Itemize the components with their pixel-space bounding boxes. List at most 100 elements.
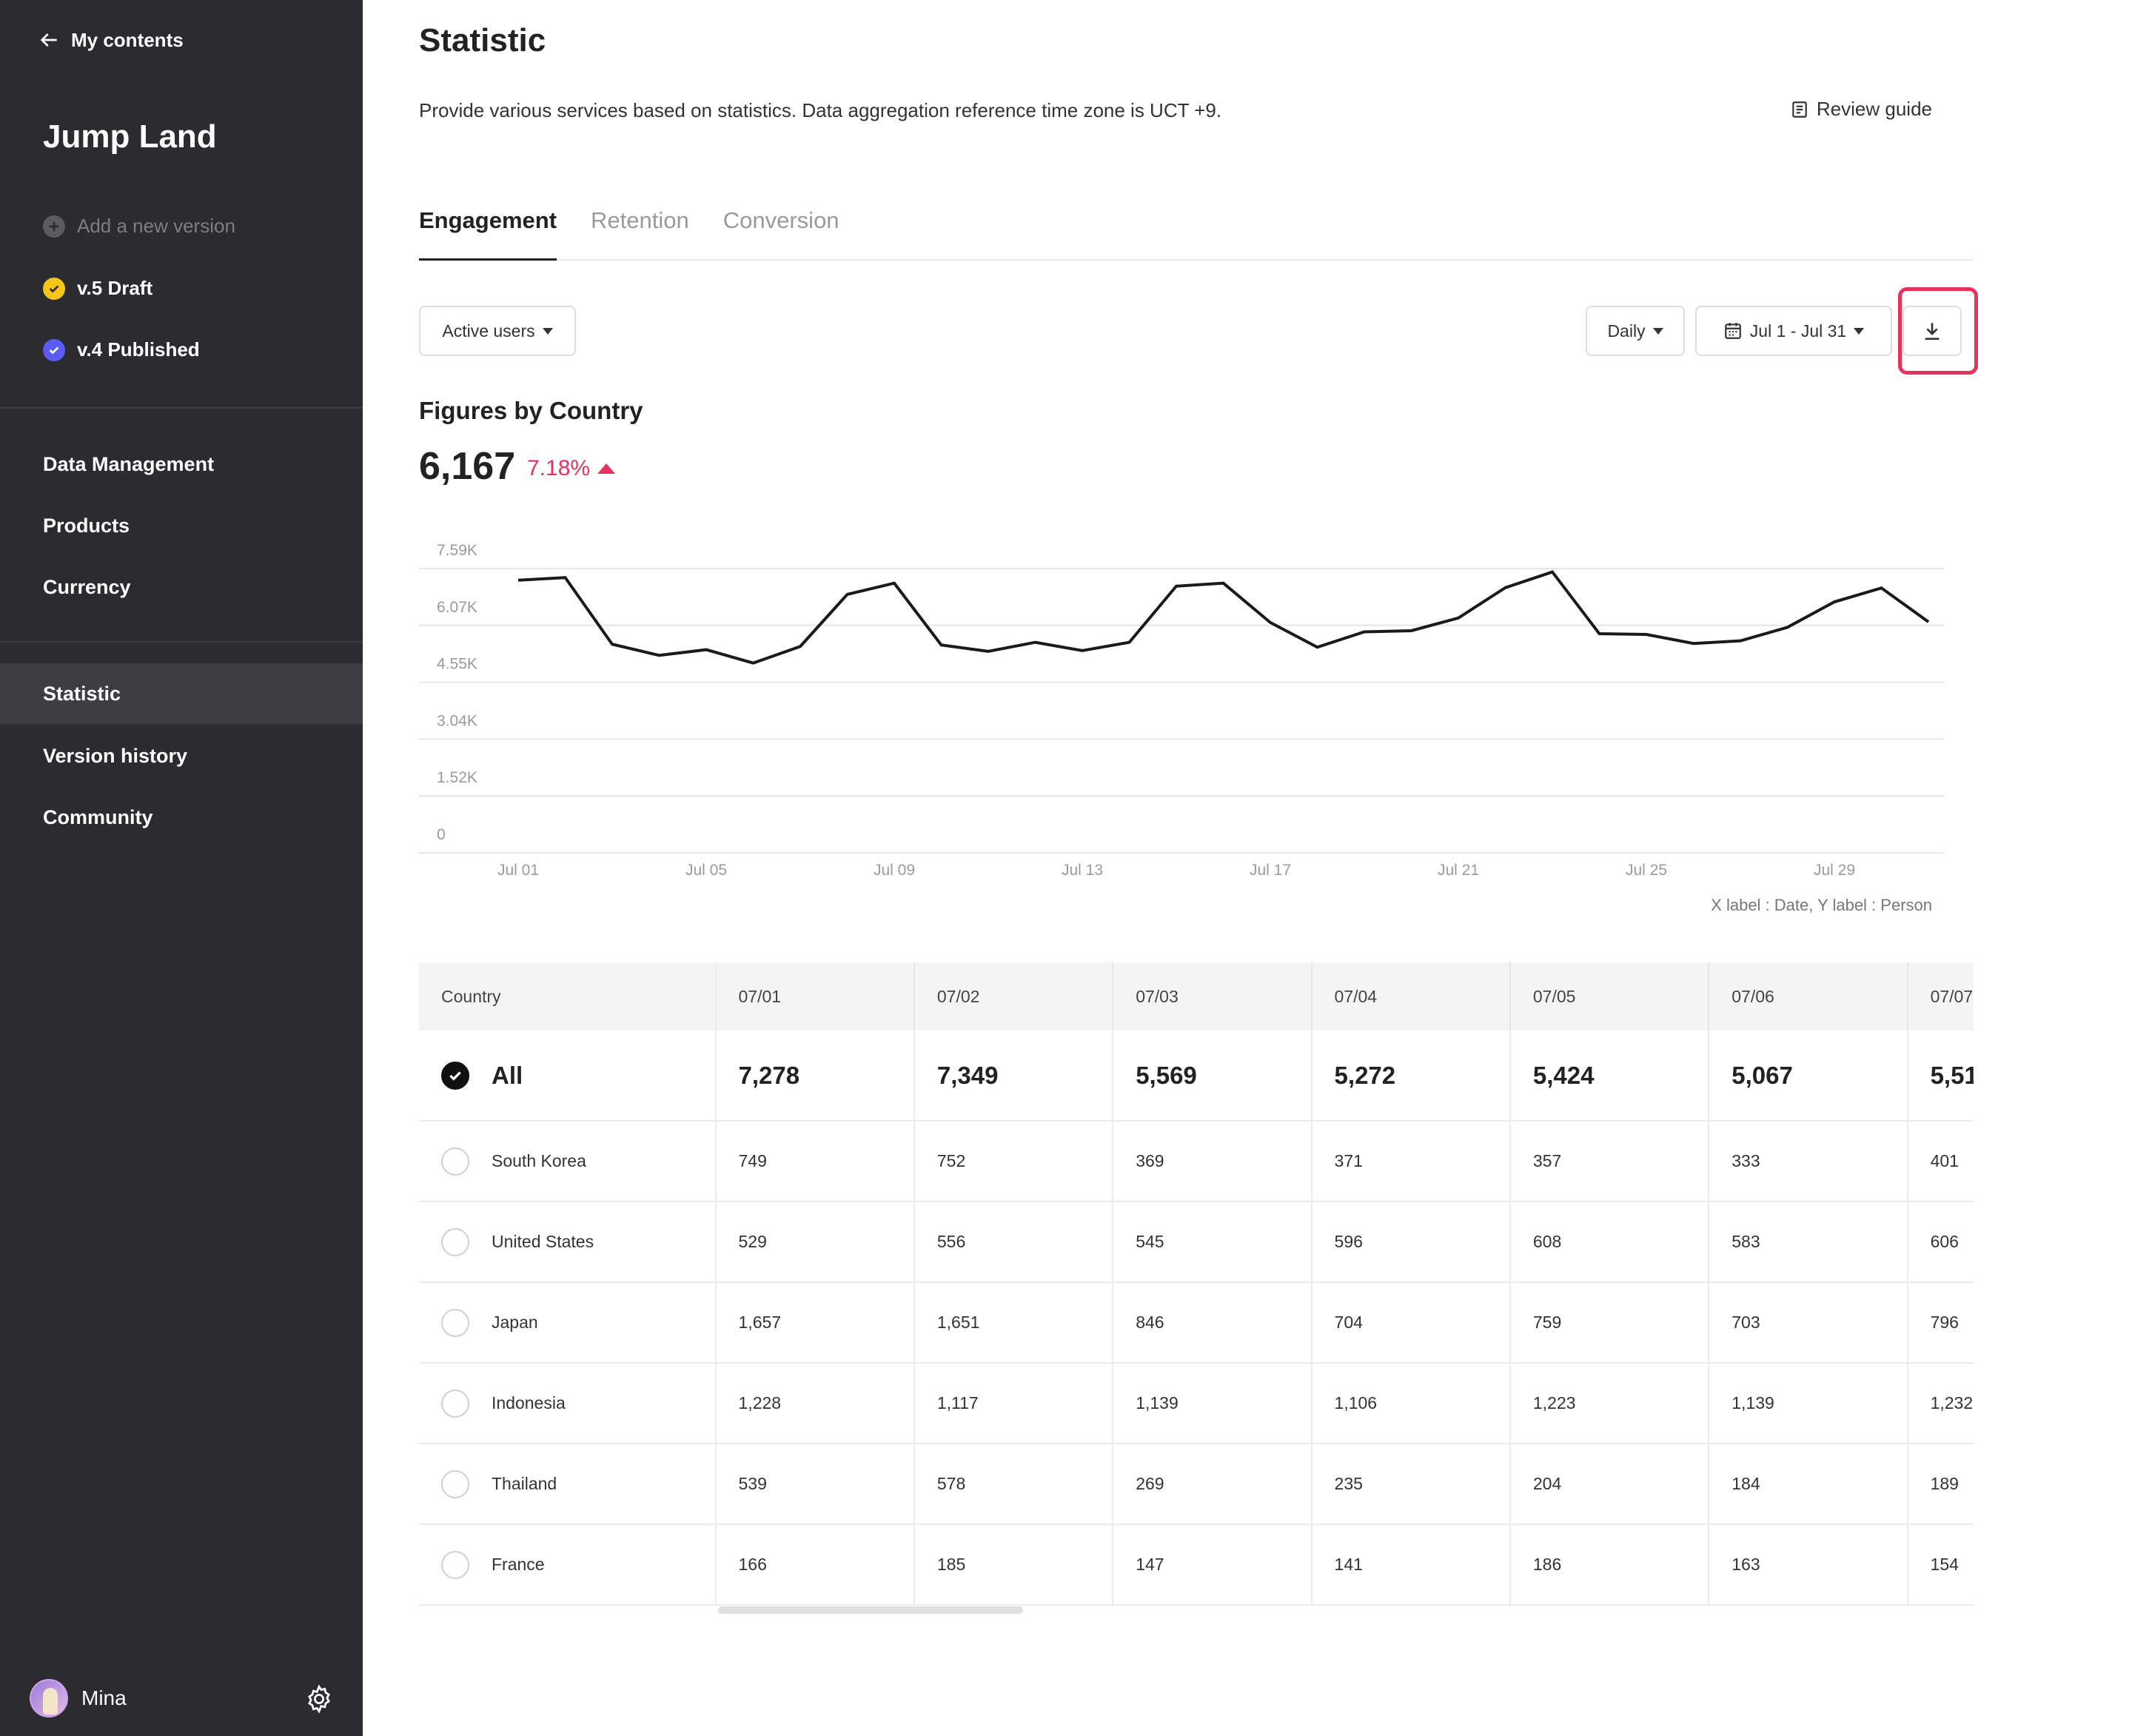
country-cell: United States <box>419 1202 717 1283</box>
sidebar-item-products[interactable]: Products <box>0 495 363 556</box>
user-profile[interactable]: Mina <box>30 1679 127 1717</box>
country-cell: Japan <box>419 1282 717 1364</box>
review-guide-label: Review guide <box>1816 98 1932 120</box>
table-cell: 1,657 <box>715 1282 915 1364</box>
country-cell: France <box>419 1524 717 1606</box>
app-title: Jump Land <box>43 118 217 155</box>
radio-checked-icon[interactable] <box>441 1061 469 1090</box>
column-header-country: Country <box>419 962 717 1030</box>
country-name: Thailand <box>492 1474 557 1493</box>
metric-dropdown[interactable]: Active users <box>419 306 576 356</box>
caret-down-icon <box>542 327 553 335</box>
tab-retention[interactable]: Retention <box>591 200 689 261</box>
table-cell: 189 <box>1907 1444 1974 1525</box>
summary-value: 6,167 <box>419 445 516 488</box>
sidebar-item-data-management[interactable]: Data Management <box>0 434 363 495</box>
table-cell: 539 <box>715 1444 915 1525</box>
table-cell: 147 <box>1113 1524 1313 1606</box>
sidebar-item-community[interactable]: Community <box>0 787 363 848</box>
radio-icon[interactable] <box>441 1147 469 1176</box>
country-label-wrap: Indonesia <box>441 1389 715 1418</box>
country-name: Indonesia <box>492 1393 566 1412</box>
page-description: Provide various services based on statis… <box>419 99 1222 121</box>
x-tick-label: Jul 09 <box>874 862 915 879</box>
table-cell: 545 <box>1113 1202 1313 1283</box>
line-chart: 0 1.52K 3.04K 4.55K 6.07K 7.59K Jul 01 Jul 05 Ju… <box>419 542 1944 879</box>
version-draft[interactable]: v.5 Draft <box>43 277 152 300</box>
sidebar-item-currency[interactable]: Currency <box>0 557 363 617</box>
table-cell: 749 <box>715 1121 915 1202</box>
country-name: All <box>492 1061 523 1089</box>
table-cell: 184 <box>1709 1444 1908 1525</box>
country-cell: Thailand <box>419 1444 717 1525</box>
table-row[interactable]: All 7,278 7,349 5,569 5,272 5,424 5,067 5,51 <box>419 1030 1974 1122</box>
avatar <box>30 1679 68 1717</box>
radio-icon[interactable] <box>441 1469 469 1498</box>
back-link-label: My contents <box>71 28 184 51</box>
plus-circle-icon <box>43 215 65 238</box>
country-name: France <box>492 1555 545 1574</box>
country-label-wrap: South Korea <box>441 1147 715 1176</box>
country-table: Country 07/01 07/02 07/03 07/04 07/05 07/06 07/… <box>419 962 1974 1621</box>
download-button[interactable] <box>1903 306 1962 356</box>
table-row[interactable]: Thailand 539 578 269 235 204 184 189 <box>419 1444 1974 1525</box>
column-header-date: 07/07 <box>1907 962 1974 1030</box>
table-cell: 5,067 <box>1709 1030 1908 1122</box>
table-cell: 235 <box>1311 1444 1511 1525</box>
tab-engagement[interactable]: Engagement <box>419 200 557 261</box>
country-cell: All <box>419 1030 717 1122</box>
table-row[interactable]: Indonesia 1,228 1,117 1,139 1,106 1,223 1,139 1… <box>419 1363 1974 1444</box>
radio-icon[interactable] <box>441 1550 469 1579</box>
table-cell: 529 <box>715 1202 915 1283</box>
review-guide-link[interactable]: Review guide <box>1790 98 1932 121</box>
date-range-picker[interactable]: Jul 1 - Jul 31 <box>1695 306 1892 356</box>
country-name: South Korea <box>492 1151 586 1170</box>
period-dropdown-label: Daily <box>1607 321 1646 341</box>
add-version-button[interactable]: Add a new version <box>43 215 235 238</box>
table-row[interactable]: France 166 185 147 141 186 163 154 <box>419 1524 1974 1606</box>
table-body: All 7,278 7,349 5,569 5,272 5,424 5,067 5,51 Sou… <box>419 1030 1974 1606</box>
table-row[interactable]: Japan 1,657 1,651 846 704 759 703 796 <box>419 1282 1974 1364</box>
back-link[interactable]: My contents <box>37 28 184 52</box>
period-dropdown[interactable]: Daily <box>1586 306 1685 356</box>
country-label-wrap: United States <box>441 1227 715 1256</box>
y-tick-label: 7.59K <box>437 542 477 559</box>
sidebar-item-statistic[interactable]: Statistic <box>0 663 363 724</box>
table-cell: 752 <box>914 1121 1114 1202</box>
sidebar-item-version-history[interactable]: Version history <box>0 725 363 786</box>
version-published[interactable]: v.4 Published <box>43 338 200 361</box>
sidebar-item-label: Products <box>43 514 130 537</box>
country-label-wrap: Thailand <box>441 1469 715 1498</box>
table-cell: 204 <box>1509 1444 1710 1525</box>
table-row[interactable]: South Korea 749 752 369 371 357 333 401 <box>419 1121 1974 1202</box>
gear-icon[interactable] <box>304 1683 335 1715</box>
country-label-wrap: Japan <box>441 1308 715 1337</box>
table-cell: 166 <box>715 1524 915 1606</box>
tab-conversion[interactable]: Conversion <box>723 200 839 261</box>
sidebar-item-label: Statistic <box>43 682 121 705</box>
arrow-left-icon <box>40 33 57 47</box>
metric-dropdown-label: Active users <box>442 321 535 341</box>
calendar-icon <box>1724 323 1741 339</box>
column-header-date: 07/05 <box>1509 962 1710 1030</box>
country-name: United States <box>492 1232 594 1251</box>
table-cell: 5,272 <box>1311 1030 1511 1122</box>
caret-down-icon <box>1652 327 1663 335</box>
table-cell: 1,117 <box>914 1363 1114 1444</box>
sidebar-item-label: Currency <box>43 575 131 598</box>
triangle-up-icon <box>597 463 616 474</box>
y-tick-label: 6.07K <box>437 599 477 616</box>
table-cell: 185 <box>914 1524 1114 1606</box>
check-circle-icon <box>43 277 65 300</box>
version-draft-label: v.5 Draft <box>77 277 153 299</box>
table-row[interactable]: United States 529 556 545 596 608 583 606 <box>419 1202 1974 1283</box>
table-cell: 1,223 <box>1509 1363 1710 1444</box>
sidebar-item-label: Version history <box>43 744 188 767</box>
radio-icon[interactable] <box>441 1227 469 1256</box>
table-cell: 1,139 <box>1709 1363 1908 1444</box>
table-header-row: Country 07/01 07/02 07/03 07/04 07/05 07/06 07/… <box>419 962 1974 1030</box>
table-cell: 186 <box>1509 1524 1710 1606</box>
table-scrollbar[interactable] <box>718 1606 1023 1614</box>
radio-icon[interactable] <box>441 1389 469 1418</box>
radio-icon[interactable] <box>441 1308 469 1337</box>
